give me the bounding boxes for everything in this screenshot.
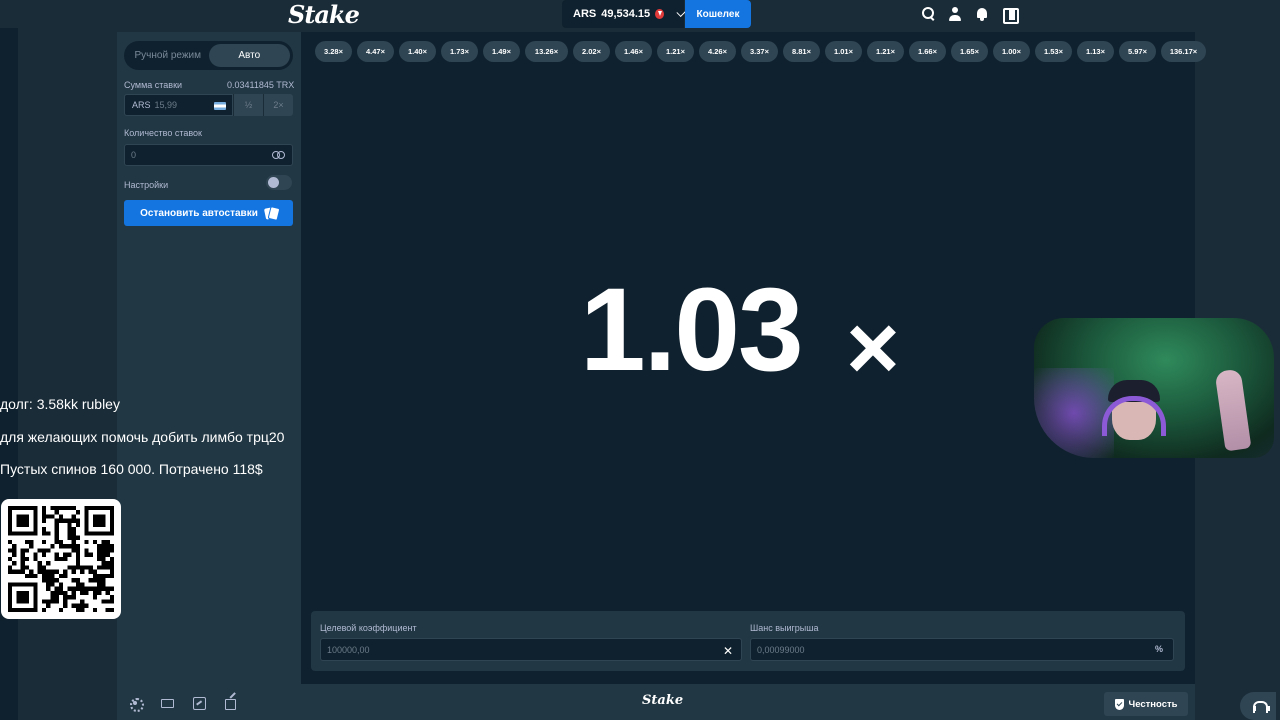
shield-icon bbox=[1114, 698, 1124, 710]
balance-currency: ARS bbox=[573, 8, 597, 20]
top-bar: Stake ARS 49,534.15 Кошелек bbox=[0, 0, 1280, 29]
bet-count-value: 0 bbox=[131, 150, 137, 160]
mode-toggle: Ручной режим Авто bbox=[124, 41, 293, 70]
overlay-donate-text: для желающих помочь добить лимбо трц20 bbox=[0, 429, 285, 445]
overlay-debt-text: долг: 3.58kk rubley bbox=[0, 396, 120, 412]
stake-logo[interactable]: Stake bbox=[288, 0, 360, 29]
user-icon[interactable] bbox=[947, 6, 963, 22]
bet-currency: ARS bbox=[132, 100, 151, 110]
support-button[interactable] bbox=[1240, 692, 1276, 720]
history-pill[interactable]: 1.21× bbox=[867, 41, 904, 62]
chat-panel-icon[interactable] bbox=[1001, 6, 1019, 24]
half-button[interactable]: ½ bbox=[233, 94, 263, 116]
history-pill[interactable]: 1.13× bbox=[1077, 41, 1114, 62]
history-pill[interactable]: 1.65× bbox=[951, 41, 988, 62]
win-chance-label: Шанс выигрыша bbox=[750, 623, 819, 633]
history-pill[interactable]: 5.97× bbox=[1119, 41, 1156, 62]
tab-manual[interactable]: Ручной режим bbox=[127, 44, 209, 67]
bell-icon[interactable] bbox=[974, 6, 990, 22]
overlay-spins-text: Пустых спинов 160 000. Потрачено 118$ bbox=[0, 461, 263, 477]
donation-qr-code bbox=[1, 499, 121, 619]
target-multiplier-value: 100000,00 bbox=[327, 644, 370, 655]
balance-amount: 49,534.15 bbox=[601, 8, 651, 20]
win-chance-value: 0,00099000 bbox=[757, 644, 805, 655]
wallet-button[interactable]: Кошелек bbox=[685, 0, 751, 28]
theatre-mode-icon[interactable] bbox=[161, 697, 174, 709]
target-multiplier-label: Целевой коэффициент bbox=[320, 623, 417, 633]
infinity-icon[interactable] bbox=[272, 151, 285, 159]
settings-label: Настройки bbox=[124, 180, 169, 190]
history-pill[interactable]: 2.02× bbox=[573, 41, 610, 62]
bet-count-input[interactable]: 0 bbox=[124, 144, 293, 166]
bet-amount-group: ARS 15,99 ½ 2× bbox=[124, 94, 293, 116]
history-pill[interactable]: 1.49× bbox=[483, 41, 520, 62]
search-icon[interactable] bbox=[920, 6, 936, 22]
history-pill[interactable]: 3.28× bbox=[315, 41, 352, 62]
headset-icon bbox=[1252, 700, 1270, 713]
history-pill[interactable]: 3.37× bbox=[741, 41, 778, 62]
bet-count-label: Количество ставок bbox=[124, 128, 202, 138]
double-button[interactable]: 2× bbox=[263, 94, 293, 116]
gear-icon[interactable] bbox=[129, 697, 144, 712]
bet-amount-label: Сумма ставки bbox=[124, 80, 183, 90]
webcam-overlay bbox=[1034, 318, 1274, 458]
history-pill[interactable]: 1.53× bbox=[1035, 41, 1072, 62]
stop-autobet-button[interactable]: Остановить автоставки bbox=[124, 200, 293, 226]
result-history: 3.28× 4.47× 1.40× 1.73× 1.49× 13.26× 2.02× 1.46… bbox=[315, 41, 1206, 63]
history-pill[interactable]: 1.01× bbox=[825, 41, 862, 62]
fairness-button[interactable]: Честность bbox=[1104, 692, 1188, 716]
close-icon[interactable]: ✕ bbox=[723, 644, 733, 658]
footer-logo: Stake bbox=[642, 693, 684, 708]
history-pill[interactable]: 1.00× bbox=[993, 41, 1030, 62]
trx-icon bbox=[655, 9, 664, 19]
history-pill[interactable]: 136.17× bbox=[1161, 41, 1206, 62]
history-pill[interactable]: 1.40× bbox=[399, 41, 436, 62]
win-chance-input[interactable]: 0,00099000 % bbox=[750, 638, 1174, 661]
stop-autobet-label: Остановить автоставки bbox=[140, 207, 258, 219]
settings-toggle[interactable] bbox=[266, 175, 292, 190]
history-pill[interactable]: 13.26× bbox=[525, 41, 568, 62]
bet-amount-input[interactable]: ARS 15,99 bbox=[124, 94, 233, 116]
live-stats-icon[interactable] bbox=[225, 697, 237, 710]
history-pill[interactable]: 1.46× bbox=[615, 41, 652, 62]
argentina-flag-icon bbox=[214, 102, 226, 110]
history-pill[interactable]: 4.47× bbox=[357, 41, 394, 62]
history-pill[interactable]: 4.26× bbox=[699, 41, 736, 62]
qr-code-image bbox=[8, 506, 114, 612]
history-pill[interactable]: 1.21× bbox=[657, 41, 694, 62]
tab-auto[interactable]: Авто bbox=[208, 44, 290, 67]
percent-icon: % bbox=[1154, 644, 1163, 654]
target-multiplier-input[interactable]: 100000,00 ✕ bbox=[320, 638, 742, 661]
streamer bbox=[1102, 378, 1166, 458]
cards-icon bbox=[264, 207, 277, 220]
fairness-label: Честность bbox=[1128, 698, 1178, 710]
streamer-headphones bbox=[1102, 396, 1166, 436]
top-icons bbox=[920, 6, 1019, 24]
history-pill[interactable]: 8.81× bbox=[783, 41, 820, 62]
balance-selector[interactable]: ARS 49,534.15 bbox=[562, 0, 686, 28]
stats-icon[interactable] bbox=[193, 697, 206, 710]
history-pill[interactable]: 1.66× bbox=[909, 41, 946, 62]
history-pill[interactable]: 1.73× bbox=[441, 41, 478, 62]
streamer-hand bbox=[1214, 368, 1252, 452]
result-multiplier-suffix: × bbox=[846, 297, 900, 399]
bet-value: 15,99 bbox=[154, 100, 178, 110]
bet-amount-converted: 0.03411845 TRX bbox=[227, 80, 295, 90]
game-controls: Целевой коэффициент 100000,00 ✕ Шанс выи… bbox=[311, 611, 1185, 671]
